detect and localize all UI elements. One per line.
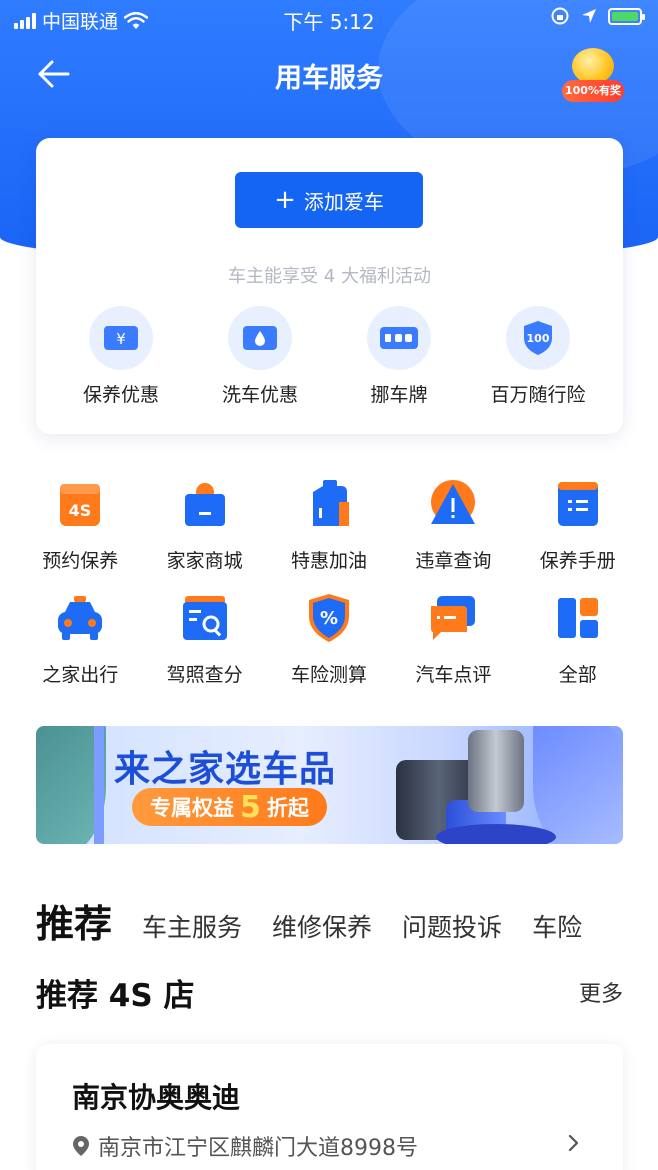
benefit-move-car-plate[interactable]: 挪车牌 xyxy=(332,306,466,407)
banner-title: 来之家选车品 xyxy=(114,749,337,790)
benefit-carwash-discount[interactable]: 洗车优惠 xyxy=(193,306,327,407)
benefit-maintenance-discount[interactable]: ¥ 保养优惠 xyxy=(54,306,188,407)
percent-shield-icon: % xyxy=(308,594,349,642)
svg-text:4S: 4S xyxy=(69,501,92,520)
grid-all-icon xyxy=(557,598,598,638)
water-drop-ticket-icon xyxy=(228,306,292,370)
banner-frame xyxy=(94,726,104,844)
service-license-points[interactable]: 驾照查分 xyxy=(142,592,266,706)
benefits-subtitle: 车主能享受 4 大福利活动 xyxy=(228,266,431,287)
service-fuel-discount[interactable]: 特惠加油 xyxy=(267,478,391,592)
svg-text:%: % xyxy=(320,608,338,629)
yen-ticket-icon: ¥ xyxy=(89,306,153,370)
leaf-decoration xyxy=(533,726,623,844)
location-pin-icon xyxy=(73,1136,89,1156)
service-all[interactable]: 全部 xyxy=(516,592,640,706)
service-label: 预约保养 xyxy=(42,550,119,572)
location-arrow-icon xyxy=(582,9,596,23)
svg-text:100: 100 xyxy=(527,332,550,345)
store-address-row: 南京市江宁区麒麟门大道8998号 xyxy=(72,1130,418,1162)
category-tabs: 推荐 车主服务 维修保养 问题投诉 车险 xyxy=(36,892,658,952)
service-grid: 4S 预约保养 家家商城 特惠加油 违章查询 保养手册 之家出行 驾照查分 % … xyxy=(18,478,640,706)
benefit-label: 保养优惠 xyxy=(82,384,159,406)
tab-owner-service[interactable]: 车主服务 xyxy=(142,908,242,952)
warning-triangle-icon xyxy=(431,480,476,524)
service-car-review[interactable]: 汽车点评 xyxy=(391,592,515,706)
benefit-label: 百万随行险 xyxy=(490,384,586,406)
nav-bar: 用车服务 100%有奖 xyxy=(0,40,658,110)
status-bar: 中国联通 下午 5:12 xyxy=(0,0,658,36)
chat-bubble-icon xyxy=(431,596,476,640)
award-label: 100%有奖 xyxy=(562,80,624,102)
service-mall[interactable]: 家家商城 xyxy=(142,478,266,592)
chevron-right-icon xyxy=(568,1134,579,1152)
service-label: 全部 xyxy=(558,664,597,686)
banner-pill-prefix: 专属权益 xyxy=(150,796,234,820)
service-label: 违章查询 xyxy=(415,550,492,572)
promo-banner[interactable]: 来之家选车品 专属权益 5 折起 xyxy=(36,726,623,844)
phone-plate-icon xyxy=(367,306,431,370)
manual-book-icon xyxy=(557,482,598,526)
taxi-icon xyxy=(58,596,103,640)
more-link[interactable]: 更多 xyxy=(579,976,623,1008)
back-arrow-icon[interactable] xyxy=(34,54,74,94)
store-name: 南京协奥奥迪 xyxy=(72,1081,241,1114)
recommended-4s-header: 推荐 4S 店 更多 xyxy=(36,970,623,1014)
benefit-label: 挪车牌 xyxy=(370,384,428,406)
store-card[interactable]: 南京协奥奥迪 南京市江宁区麒麟门大道8998号 xyxy=(36,1044,623,1170)
page-title: 用车服务 xyxy=(275,63,383,94)
service-travel[interactable]: 之家出行 xyxy=(18,592,142,706)
service-booking-maintenance[interactable]: 4S 预约保养 xyxy=(18,478,142,592)
service-label: 特惠加油 xyxy=(290,550,367,572)
tab-insurance[interactable]: 车险 xyxy=(532,908,582,952)
shopping-bag-icon xyxy=(184,483,225,526)
service-label: 汽车点评 xyxy=(415,664,492,686)
banner-pill-suffix: 折起 xyxy=(266,796,309,820)
add-car-card: + 添加爱车 车主能享受 4 大福利活动 ¥ 保养优惠 洗车优惠 挪车牌 100 xyxy=(36,138,623,434)
section-title: 推荐 4S 店 xyxy=(36,978,195,1014)
add-car-label: 添加爱车 xyxy=(303,189,384,214)
add-car-button[interactable]: + 添加爱车 xyxy=(235,172,423,228)
dashcam-product-image xyxy=(468,730,524,812)
service-maintenance-manual[interactable]: 保养手册 xyxy=(516,478,640,592)
service-label: 之家出行 xyxy=(42,664,119,686)
plus-icon: + xyxy=(274,185,296,215)
product-pedestal xyxy=(436,824,556,844)
store-address: 南京市江宁区麒麟门大道8998号 xyxy=(98,1136,418,1161)
benefit-label: 洗车优惠 xyxy=(221,384,298,406)
rotation-lock-icon xyxy=(551,7,569,25)
banner-pill-number: 5 xyxy=(240,789,261,825)
award-badge[interactable]: 100%有奖 xyxy=(562,48,624,102)
tab-recommend[interactable]: 推荐 xyxy=(36,893,112,952)
benefit-million-insurance[interactable]: 100 百万随行险 xyxy=(471,306,605,407)
service-violation-query[interactable]: 违章查询 xyxy=(391,478,515,592)
banner-offer-pill: 专属权益 5 折起 xyxy=(132,788,327,826)
service-label: 保养手册 xyxy=(539,550,616,572)
gold-coin-icon xyxy=(572,48,614,84)
battery-icon xyxy=(608,7,645,25)
service-label: 家家商城 xyxy=(166,550,243,572)
tab-complaints[interactable]: 问题投诉 xyxy=(402,908,502,952)
service-label: 车险测算 xyxy=(290,664,367,686)
service-label: 驾照查分 xyxy=(166,664,243,686)
shield-100-icon: 100 xyxy=(506,306,570,370)
svg-text:¥: ¥ xyxy=(116,330,126,348)
service-insurance-calc[interactable]: % 车险测算 xyxy=(267,592,391,706)
tab-repair-maintenance[interactable]: 维修保养 xyxy=(272,908,372,952)
oil-can-icon xyxy=(312,480,349,526)
license-search-icon xyxy=(182,596,227,640)
4s-calendar-icon: 4S xyxy=(60,484,101,526)
